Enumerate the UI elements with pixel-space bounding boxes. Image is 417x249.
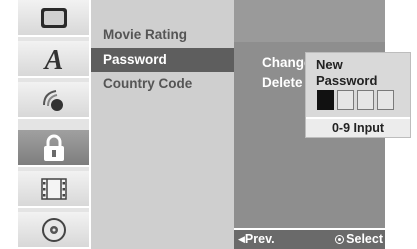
password-input[interactable] bbox=[317, 90, 394, 110]
category-language[interactable]: A bbox=[18, 41, 89, 78]
password-digit-box[interactable] bbox=[317, 90, 334, 110]
film-strip-icon bbox=[40, 177, 67, 200]
svg-text:A: A bbox=[42, 45, 63, 73]
category-icon-column: A bbox=[18, 0, 89, 249]
select-label: Select bbox=[346, 232, 383, 246]
password-digit-box[interactable] bbox=[337, 90, 354, 110]
audio-icon bbox=[42, 89, 63, 111]
select-hint: Select bbox=[335, 232, 383, 246]
language-icon: A bbox=[42, 45, 63, 73]
enter-button-icon bbox=[335, 235, 345, 244]
triangle-left-icon: ◀ bbox=[238, 234, 245, 244]
new-password-popup: New Password 0-9 Input bbox=[305, 52, 411, 138]
category-video[interactable] bbox=[18, 171, 89, 208]
prev-label: Prev. bbox=[244, 232, 275, 246]
navigation-hint-bar: ◀Prev. Select bbox=[234, 228, 385, 249]
category-audio[interactable] bbox=[18, 82, 89, 119]
password-digit-box[interactable] bbox=[377, 90, 394, 110]
input-hint: 0-9 Input bbox=[306, 117, 410, 137]
option-panel-header bbox=[234, 0, 385, 42]
disc-icon bbox=[41, 217, 66, 242]
option-delete[interactable]: Delete bbox=[262, 75, 303, 90]
prev-hint: ◀Prev. bbox=[238, 232, 275, 246]
menu-item-movie-rating[interactable]: Movie Rating bbox=[91, 23, 234, 47]
lock-icon bbox=[43, 134, 64, 161]
password-digit-box[interactable] bbox=[357, 90, 374, 110]
category-display[interactable] bbox=[18, 0, 89, 37]
menu-item-password[interactable]: Password bbox=[91, 48, 234, 72]
popup-title: New Password bbox=[316, 57, 378, 88]
category-lock[interactable] bbox=[18, 130, 89, 167]
category-disc[interactable] bbox=[18, 212, 89, 249]
submenu-list: Movie Rating Password Country Code bbox=[89, 0, 234, 249]
monitor-icon bbox=[40, 7, 67, 28]
setup-menu-screen: A Movie Rating Password Country Code Cha… bbox=[0, 0, 417, 249]
menu-item-country-code[interactable]: Country Code bbox=[91, 72, 234, 96]
